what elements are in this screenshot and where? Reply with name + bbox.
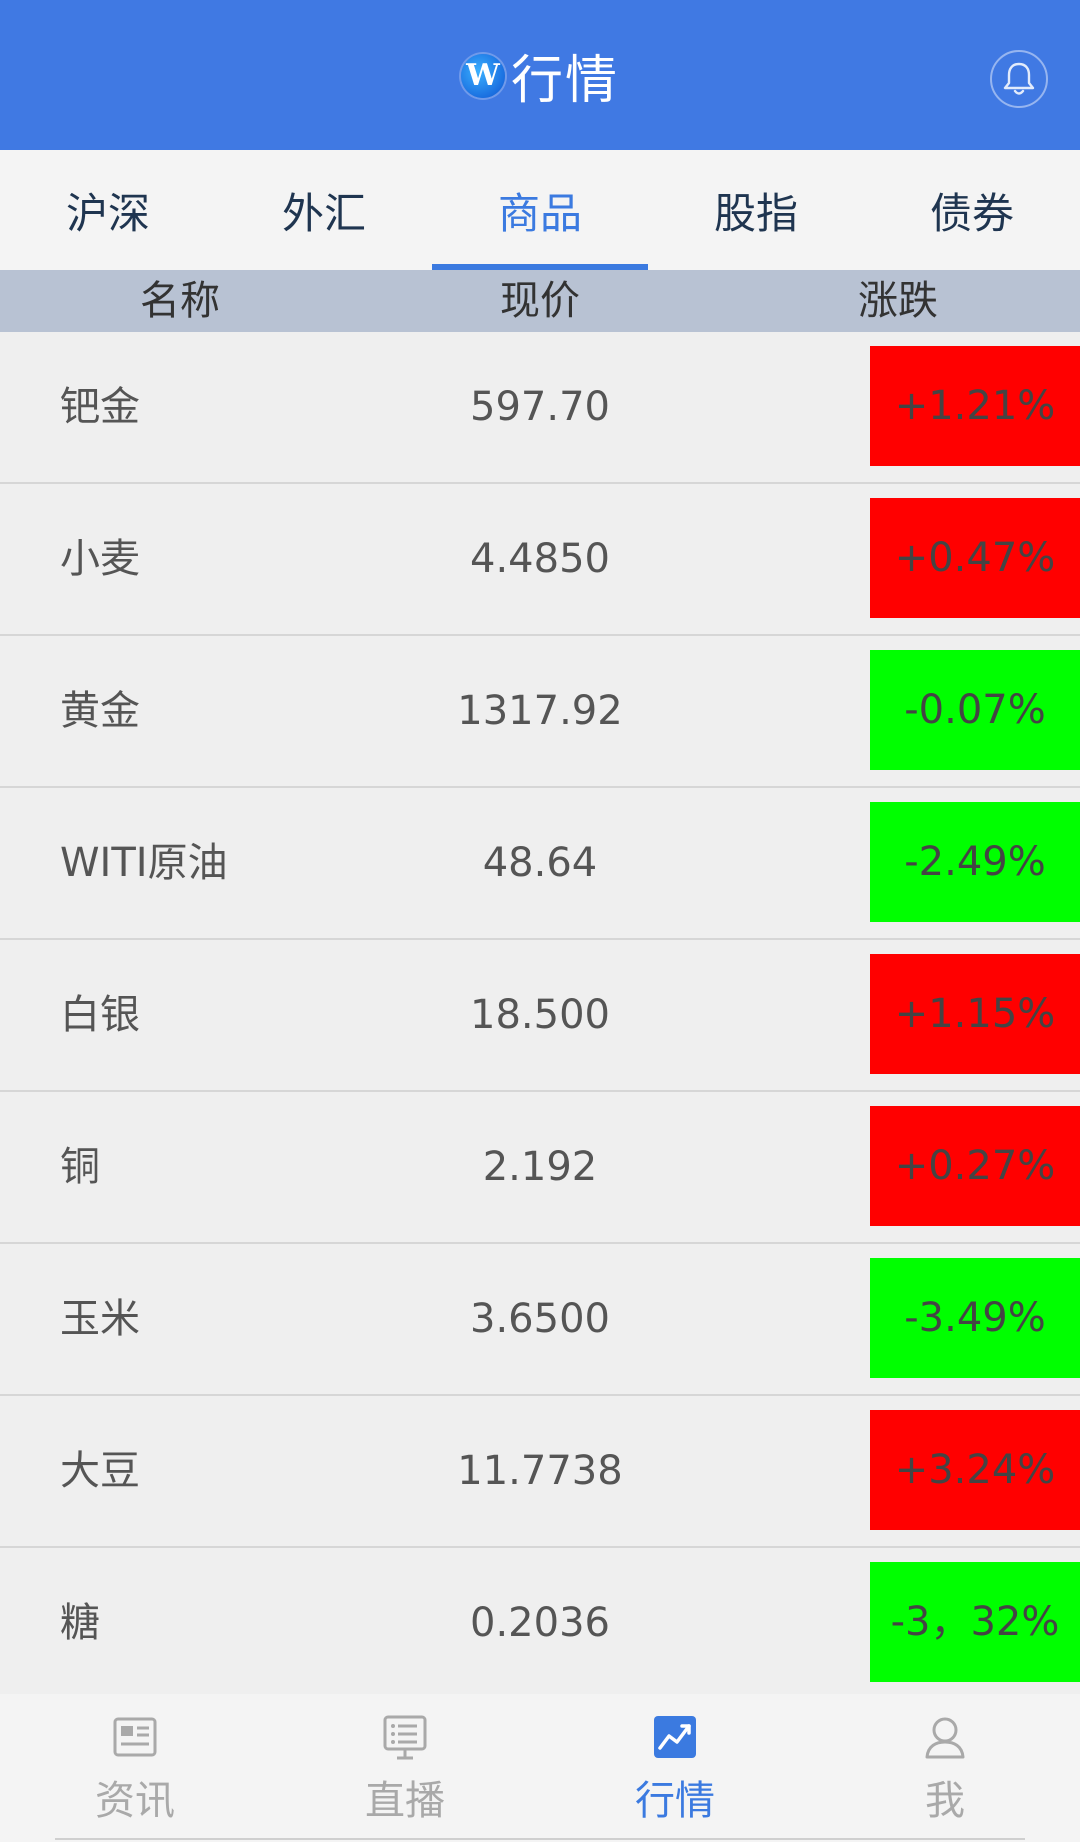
quote-row[interactable]: 小麦 4.4850 +0.47% [0,484,1080,636]
quote-row[interactable]: 白银 18.500 +1.15% [0,940,1080,1092]
quote-price: 48.64 [482,840,598,886]
quote-row[interactable]: 糖 0.2036 -3，32% [0,1548,1080,1700]
quote-name: 糖 [60,1600,100,1646]
quote-price: 3.6500 [470,1296,610,1342]
bottom-divider [55,1838,1025,1840]
nav-news[interactable]: 资讯 [0,1694,270,1842]
quote-price: 597.70 [470,384,610,430]
quote-name: 玉米 [60,1296,140,1342]
nav-me-label: 我 [925,1778,965,1824]
change-badge: -3.49% [870,1258,1080,1378]
tab-indices[interactable]: 股指 [648,150,864,270]
quote-price: 1317.92 [457,688,623,734]
quote-list: 钯金 597.70 +1.21% 小麦 4.4850 +0.47% 黄金 131… [0,332,1080,1700]
top-bar: W 行情 [0,0,1080,150]
profile-icon [925,1717,965,1759]
bell-icon [1003,62,1035,95]
quote-row[interactable]: WITI原油 48.64 -2.49% [0,788,1080,940]
quote-row[interactable]: 铜 2.192 +0.27% [0,1092,1080,1244]
change-badge: -2.49% [870,802,1080,922]
bottom-nav: 资讯 直播 行情 我 [0,1694,1080,1842]
tab-commodities[interactable]: 商品 [432,150,648,270]
quote-price: 18.500 [470,992,610,1038]
column-header-change: 涨跌 [858,278,938,324]
change-badge: +1.21% [870,346,1080,466]
nav-market[interactable]: 行情 [540,1694,810,1842]
tab-bonds[interactable]: 债券 [864,150,1080,270]
market-chart-icon [654,1716,696,1758]
quote-price: 4.4850 [470,536,610,582]
live-icon [383,1715,427,1760]
nav-live[interactable]: 直播 [270,1694,540,1842]
app-logo-icon: W [460,54,505,98]
tab-hushen[interactable]: 沪深 [0,150,216,270]
quote-price: 11.7738 [457,1448,623,1494]
quote-price: 2.192 [482,1144,598,1190]
quote-row[interactable]: 大豆 11.7738 +3.24% [0,1396,1080,1548]
tab-forex[interactable]: 外汇 [216,150,432,270]
notification-button[interactable] [990,50,1048,108]
change-badge: +3.24% [870,1410,1080,1530]
app-root: W 行情 沪深 外汇 商品 股指 债券 名称 现价 涨跌 钯金 597.70 +… [0,0,1080,1842]
table-header: 名称 现价 涨跌 [0,270,1080,332]
quote-row[interactable]: 钯金 597.70 +1.21% [0,332,1080,484]
news-icon [113,1717,157,1757]
quote-row[interactable]: 玉米 3.6500 -3.49% [0,1244,1080,1396]
quote-name: 大豆 [60,1448,140,1494]
change-badge: +0.27% [870,1106,1080,1226]
change-badge: +0.47% [870,498,1080,618]
quote-name: 小麦 [60,536,140,582]
column-header-name: 名称 [140,278,220,324]
quote-name: 钯金 [60,384,140,430]
nav-live-label: 直播 [365,1778,445,1824]
title-group: W 行情 [0,0,1080,150]
nav-news-label: 资讯 [95,1778,175,1824]
category-tabs: 沪深 外汇 商品 股指 债券 [0,150,1080,270]
page-title: 行情 [510,50,619,111]
change-badge: -3，32% [870,1562,1080,1682]
nav-market-label: 行情 [635,1778,715,1824]
nav-me[interactable]: 我 [810,1694,1080,1842]
quote-name: 白银 [60,992,140,1038]
quote-row[interactable]: 黄金 1317.92 -0.07% [0,636,1080,788]
quote-name: 铜 [60,1144,100,1190]
column-header-price: 现价 [500,278,580,324]
quote-name: 黄金 [60,688,140,734]
change-badge: -0.07% [870,650,1080,770]
change-badge: +1.15% [870,954,1080,1074]
quote-price: 0.2036 [470,1600,610,1646]
quote-name: WITI原油 [60,840,228,886]
